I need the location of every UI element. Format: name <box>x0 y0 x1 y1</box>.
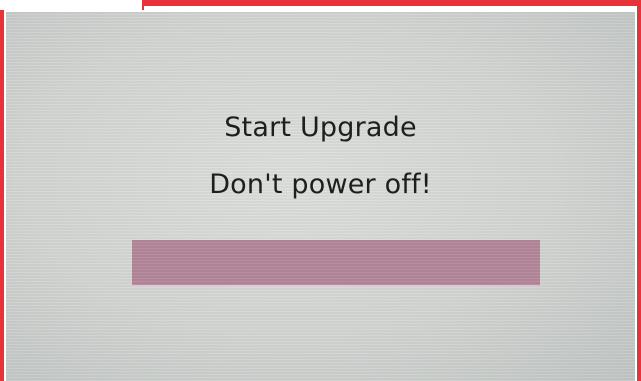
upgrade-progress-fill <box>132 240 540 285</box>
upgrade-progress-bar <box>132 240 540 285</box>
upgrade-title: Start Upgrade <box>224 112 417 143</box>
power-warning: Don't power off! <box>209 169 432 200</box>
upgrade-screen: Start Upgrade Don't power off! <box>6 12 635 381</box>
frame-corner-tab <box>0 0 144 10</box>
